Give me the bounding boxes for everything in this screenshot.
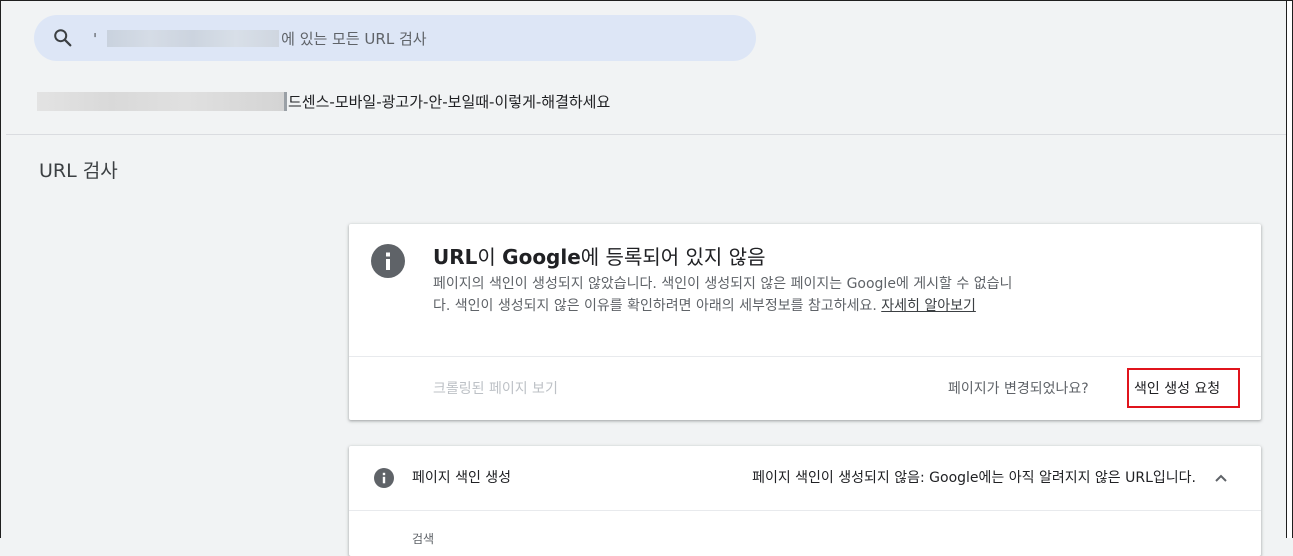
- status-title: URL이 Google에 등록되어 있지 않음: [433, 241, 765, 270]
- coverage-status: 페이지 색인이 생성되지 않음: Google에는 아직 알려지지 않은 URL…: [752, 470, 1196, 486]
- learn-more-link[interactable]: 자세히 알아보기: [881, 298, 976, 314]
- search-quote: ': [93, 29, 98, 48]
- card-divider: [349, 356, 1261, 357]
- info-icon: [371, 244, 405, 278]
- request-indexing-button[interactable]: 색인 생성 요청: [1134, 378, 1220, 398]
- search-icon[interactable]: [52, 27, 74, 49]
- page-changed-question: 페이지가 변경되었나요?: [948, 381, 1089, 397]
- status-title-url: URL: [433, 245, 478, 269]
- chevron-up-icon[interactable]: [1211, 468, 1231, 488]
- coverage-label: 페이지 색인 생성: [412, 470, 512, 486]
- redacted-url-prefix: [37, 91, 284, 111]
- info-icon: [374, 468, 394, 488]
- status-description: 페이지의 색인이 생성되지 않았습니다. 색인이 생성되지 않은 페이지는 Go…: [433, 273, 1013, 317]
- window-edge: [1286, 0, 1293, 538]
- inspected-url-path: 드센스-모바일-광고가-안-보일때-이렇게-해결하세요: [288, 92, 611, 111]
- status-title-particle: 이: [477, 245, 503, 269]
- coverage-card: 페이지 색인 생성 페이지 색인이 생성되지 않음: Google에는 아직 알…: [349, 446, 1261, 556]
- page-title: URL 검사: [39, 160, 118, 182]
- status-title-suffix: 에 등록되어 있지 않음: [580, 245, 766, 269]
- redacted-url-edge: [284, 91, 287, 111]
- inspected-url: 드센스-모바일-광고가-안-보일때-이렇게-해결하세요: [37, 91, 610, 111]
- search-placeholder: 에 있는 모든 URL 검사: [281, 30, 427, 48]
- coverage-sub-label: 검색: [412, 532, 435, 546]
- search-input[interactable]: ' 에 있는 모든 URL 검사: [93, 28, 427, 49]
- view-crawled-page-button[interactable]: 크롤링된 페이지 보기: [433, 378, 558, 398]
- index-status-card: URL이 Google에 등록되어 있지 않음 페이지의 색인이 생성되지 않았…: [349, 224, 1261, 420]
- url-inspect-search-bar[interactable]: ' 에 있는 모든 URL 검사: [34, 15, 756, 61]
- redacted-domain: [107, 30, 280, 47]
- status-title-brand: Google: [502, 245, 581, 269]
- coverage-divider: [349, 510, 1261, 511]
- header-divider: [6, 134, 1288, 135]
